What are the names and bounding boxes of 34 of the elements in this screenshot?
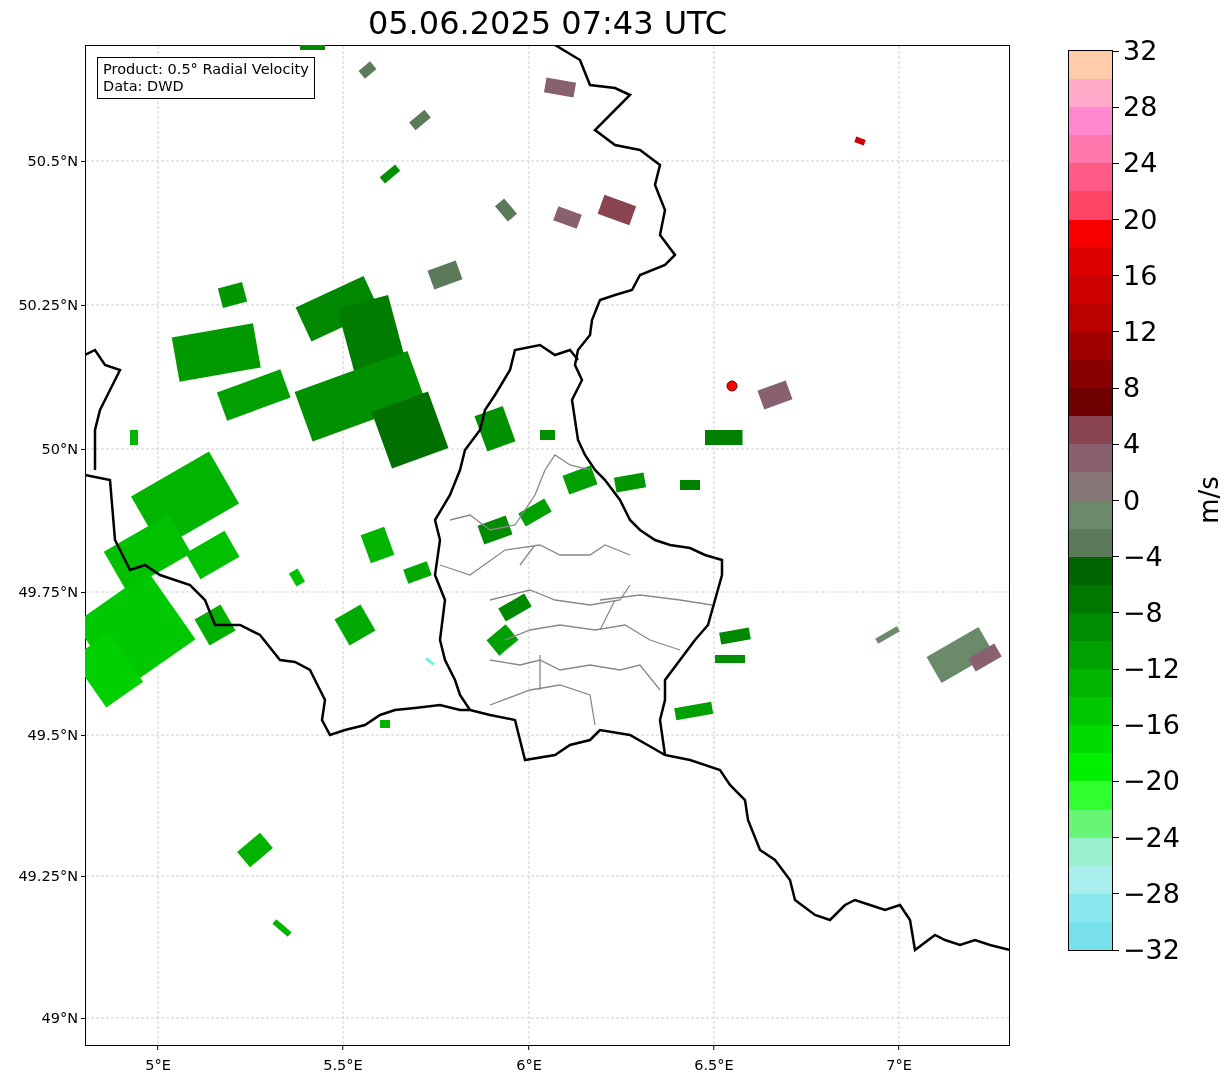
colorbar-tick-label: −12 [1123,654,1180,685]
colorbar-tick-label: 12 [1123,316,1158,347]
colorbar-tick-label: 28 [1123,92,1158,123]
colorbar-tick-label: 8 [1123,373,1141,404]
figure-title: 05.06.2025 07:43 UTC [367,3,728,42]
longitude-label: 6°E [516,1057,542,1073]
latitude-label: 49.75°N [18,584,78,600]
colorbar-tick-label: −4 [1123,541,1163,572]
info-text: Product: 0.5° Radial Velocity [103,61,309,78]
colorbar-tick-label: −28 [1123,878,1180,909]
colorbar-tick-label: −24 [1123,822,1180,853]
colorbar-tick-label: 16 [1123,260,1158,291]
colorbar-tick-label: 0 [1123,485,1141,516]
colorbar-tick-label: −8 [1123,597,1163,628]
radar-site-icon [726,380,738,392]
colorbar-tick-label: 20 [1123,204,1158,235]
longitude-label: 7°E [886,1057,912,1073]
longitude-label: 5°E [145,1057,171,1073]
latitude-label: 49°N [41,1010,78,1026]
colorbar-tick-label: 4 [1123,429,1141,460]
colorbar-tick-label: 32 [1123,36,1158,66]
colorbar-tick-label: −16 [1123,710,1180,741]
latitude-label: 49.5°N [27,727,78,743]
longitude-label: 5.5°E [323,1057,363,1073]
colorbar-tick-label: 24 [1123,148,1158,179]
info-text: Data: DWD [103,78,185,95]
longitude-label: 6.5°E [694,1057,734,1073]
colorbar-label: m/s [1193,476,1224,524]
latitude-label: 50.25°N [18,297,78,313]
latitude-label: 49.25°N [18,868,78,884]
colorbar-tick-label: −32 [1123,935,1180,965]
colorbar-tick-label: −20 [1123,766,1180,797]
latitude-label: 50.5°N [27,153,78,169]
latitude-label: 50°N [41,441,78,457]
